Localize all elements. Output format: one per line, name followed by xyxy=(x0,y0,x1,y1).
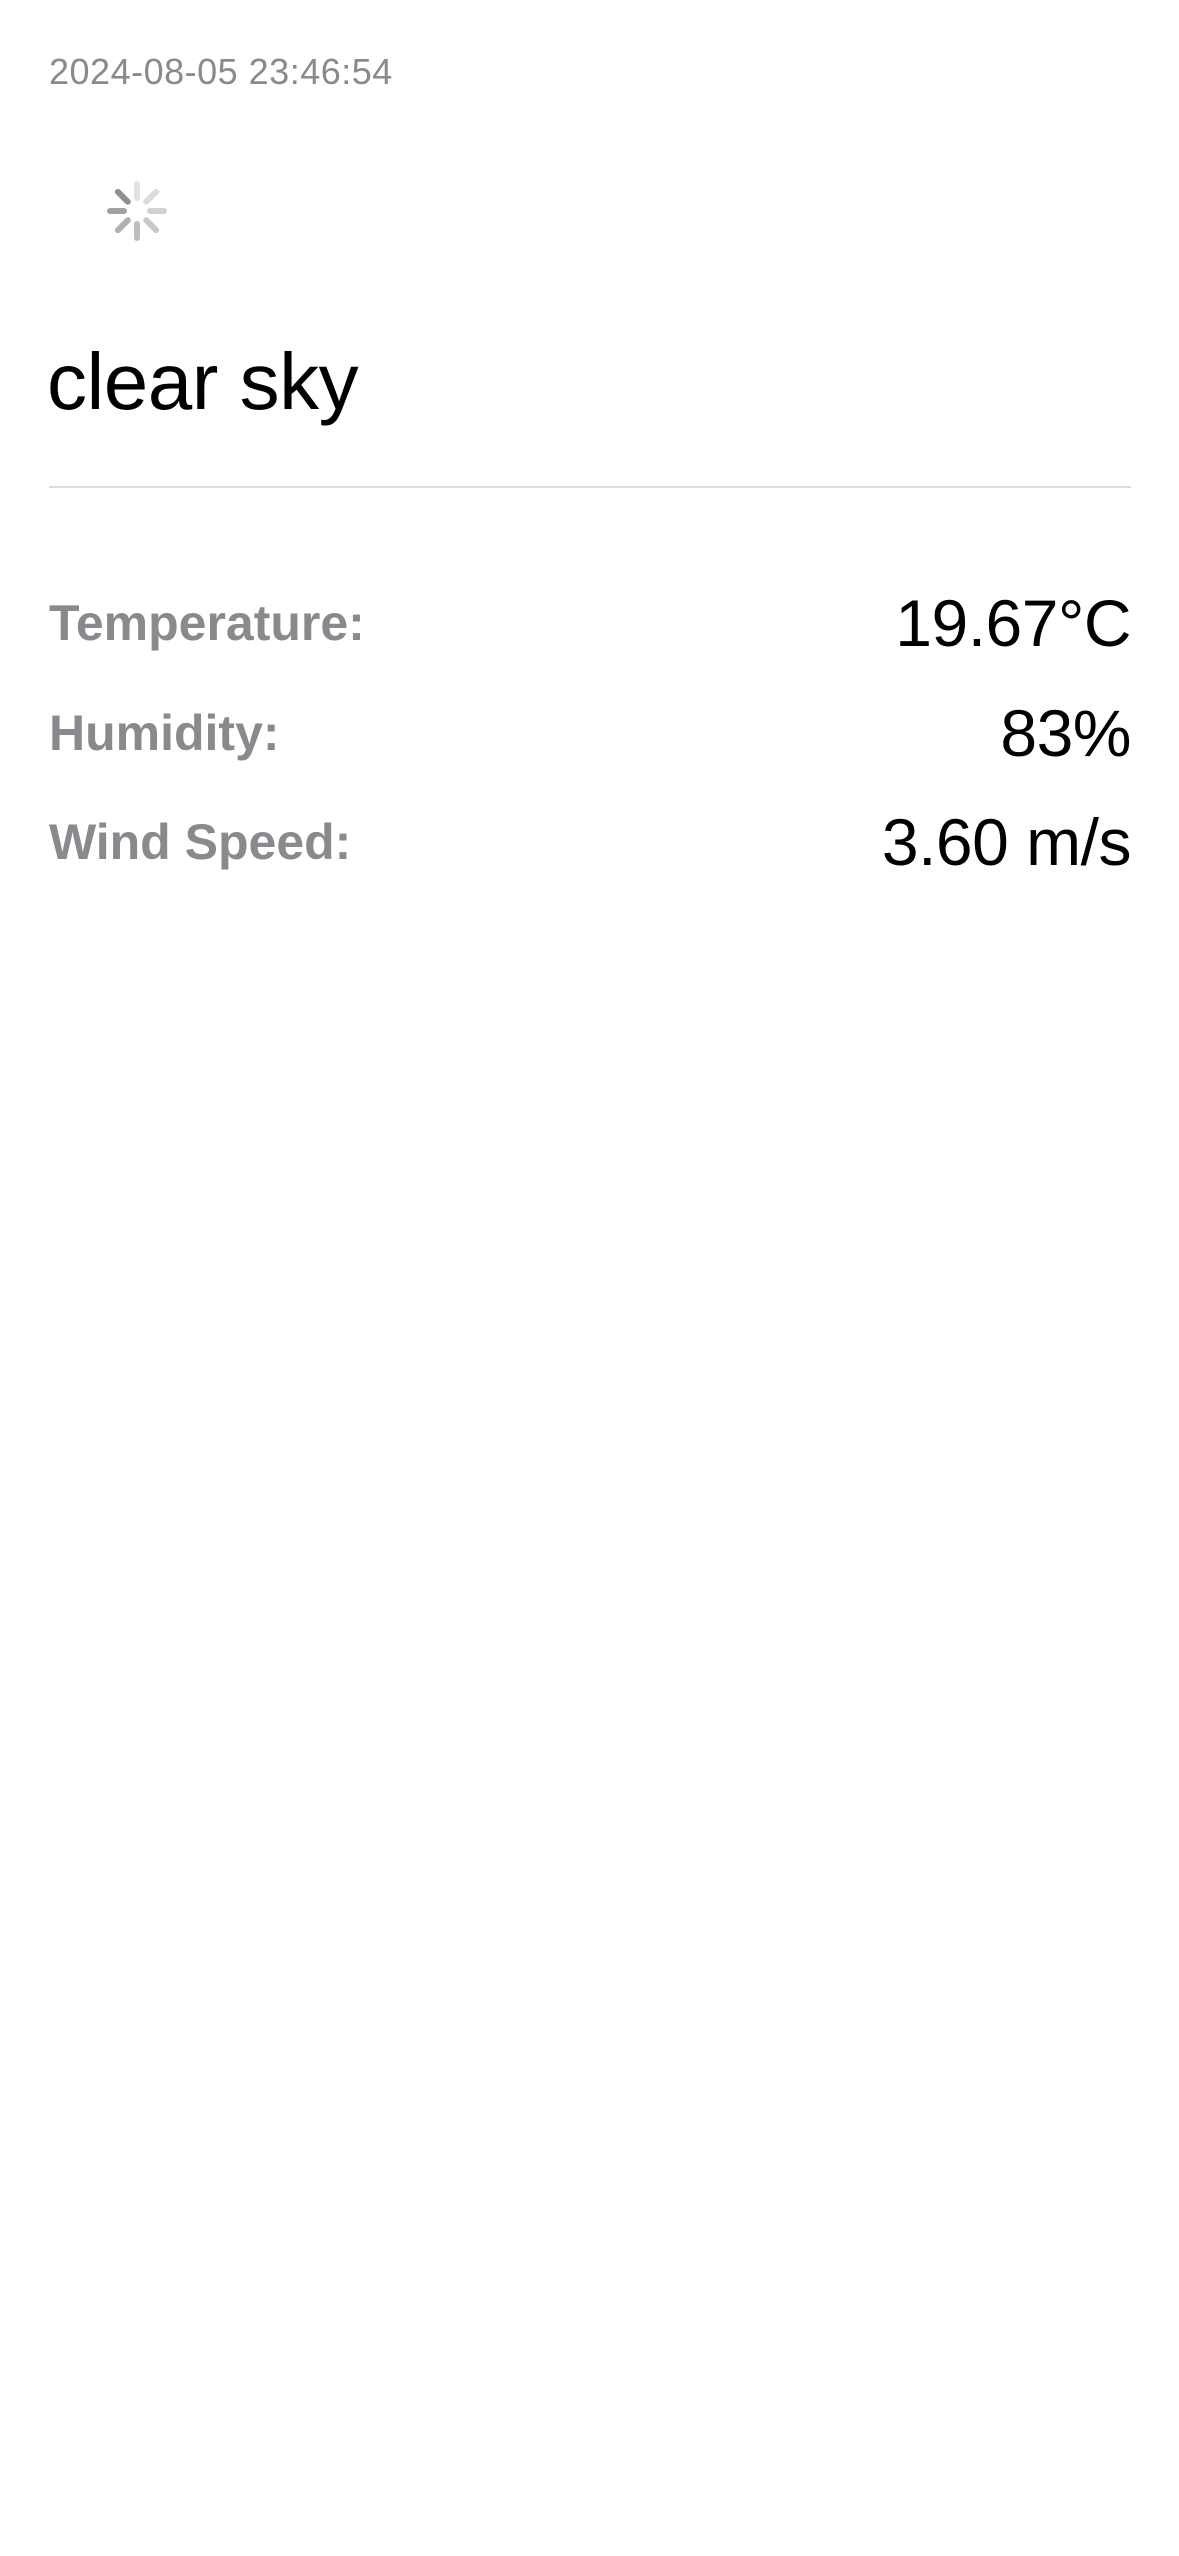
last-updated-timestamp: 2024-08-05 23:46:54 xyxy=(49,51,393,92)
temperature-value: 19.67°C xyxy=(895,586,1131,660)
humidity-label: Humidity: xyxy=(49,705,280,761)
humidity-row: Humidity: 83% xyxy=(49,693,1131,773)
temperature-label: Temperature: xyxy=(49,595,365,651)
wind-speed-value: 3.60 m/s xyxy=(881,805,1132,879)
wind-speed-row: Wind Speed: 3.60 m/s xyxy=(49,802,1132,882)
divider xyxy=(49,486,1131,488)
wind-speed-label: Wind Speed: xyxy=(49,814,352,870)
temperature-row: Temperature: 19.67°C xyxy=(49,583,1131,663)
weather-screen: 2024-08-05 23:46:54 clear sky Temperatur… xyxy=(0,0,1179,2556)
humidity-value: 83% xyxy=(1000,696,1131,770)
activity-spinner-icon xyxy=(107,181,167,241)
weather-description: clear sky xyxy=(47,337,359,426)
